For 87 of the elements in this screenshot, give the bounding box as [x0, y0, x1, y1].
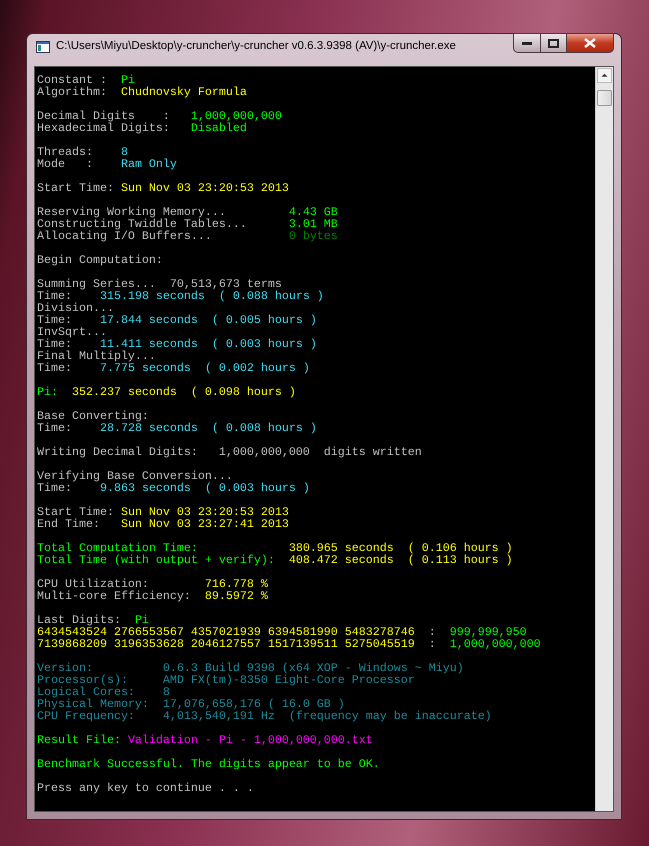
console-text: 408.472 seconds ( 0.113 hours ): [288, 554, 513, 566]
console-app-icon: [36, 41, 50, 53]
console-text: 11.411 seconds ( 0.003 hours ): [100, 338, 317, 350]
console-text: End Time:: [37, 518, 101, 530]
console-text: 0 bytes: [288, 230, 338, 242]
console-text: Constant :: [37, 74, 108, 86]
scrollbar-thumb[interactable]: [597, 90, 612, 106]
console-text: Chudnovsky Formula: [120, 86, 247, 98]
console-text: Last Digits:: [37, 614, 122, 626]
console-text: 89.5972 %: [204, 590, 268, 602]
console-text: Logical Cores:: [37, 686, 136, 698]
console-text: Time:: [37, 482, 72, 494]
console-text: 315.198 seconds ( 0.088 hours ): [100, 290, 324, 302]
console-text: 8: [120, 146, 128, 158]
console-text: 1,000,000,000: [450, 638, 541, 650]
console-text: Writing Decimal Digits: 1,000,000,000 digits written: [37, 446, 422, 458]
console-text: 4,013,540,191 Hz (frequency may be inaccurate): [162, 710, 492, 722]
console-text: CPU Utilization:: [37, 578, 149, 590]
minimize-button[interactable]: [513, 33, 541, 53]
console-text: Disabled: [190, 122, 247, 134]
console-text: 4.43 GB: [288, 206, 338, 218]
console-text: Algorithm:: [37, 86, 108, 98]
console-text: Version:: [37, 662, 93, 674]
close-icon: [584, 38, 596, 48]
console-text: AMD FX(tm)-8350 Eight-Core Processor: [162, 674, 415, 686]
console-text: Multi-core Efficiency:: [37, 590, 192, 602]
console-text: Start Time:: [37, 506, 115, 518]
console-text: Sun Nov 03 23:20:53 2013: [120, 506, 289, 518]
console-text: Base Converting:: [37, 410, 149, 422]
console-text: Time:: [37, 338, 72, 350]
scrollbar[interactable]: [595, 67, 613, 811]
console-text: Sun Nov 03 23:20:53 2013: [120, 182, 289, 194]
console-text: 716.778 %: [204, 578, 268, 590]
console-text: 352.237 seconds ( 0.098 hours ): [72, 386, 296, 398]
console-text: Summing Series... 70,513,673 terms: [37, 278, 282, 290]
console-text: 28.728 seconds ( 0.008 hours ): [100, 422, 317, 434]
console-text: Decimal Digits :: [37, 110, 171, 122]
console-text: 6434543524 2766553567 4357021939 6394581990 5483278746: [37, 626, 415, 638]
console-text: InvSqrt...: [37, 326, 107, 338]
console-text: Threads:: [37, 146, 94, 158]
maximize-button[interactable]: [541, 33, 567, 53]
window-title: C:\Users\Miyu\Desktop\y-cruncher\y-cruncher v0.6.3.9398 (AV)\y-cruncher.exe: [56, 40, 457, 52]
console-text: 8: [162, 686, 170, 698]
console-text: 0.6.3 Build 9398 (x64 XOP - Windows ~ Miyu): [162, 662, 464, 674]
console-text: Validation - Pi - 1,000,000,000.txt: [128, 734, 373, 746]
console-text: 17.844 seconds ( 0.005 hours ): [100, 314, 317, 326]
console-text: :: [428, 626, 437, 638]
console-text: Time:: [37, 422, 72, 434]
maximize-icon: [548, 38, 559, 48]
console-text: Begin Computation:: [37, 254, 163, 266]
console-text: Physical Memory:: [37, 698, 150, 710]
console-text: Total Time (with output + verify):: [37, 554, 276, 566]
console-text: Pi: [134, 614, 149, 626]
console-text: :: [428, 638, 437, 650]
console-text: 7.775 seconds ( 0.002 hours ): [100, 362, 310, 374]
console-text: 380.965 seconds ( 0.106 hours ): [288, 542, 513, 554]
console-text: 17,076,658,176 ( 16.0 GB ): [162, 698, 345, 710]
console-text: Final Multiply...: [37, 350, 156, 362]
console-text: Time:: [37, 314, 73, 326]
console-text: Press any key to continue . . .: [37, 782, 254, 794]
console-text: 7139868209 3196353628 2046127557 1517139511 5275045519: [37, 638, 415, 650]
console-text: Processor(s):: [37, 674, 129, 686]
console-text: 3.01 MB: [288, 218, 338, 230]
console-text: Time:: [37, 290, 72, 302]
minimize-icon: [522, 41, 532, 45]
console-text: Constructing Twiddle Tables...: [37, 218, 248, 230]
console-text: 999,999,950: [450, 626, 527, 638]
close-button[interactable]: [567, 33, 614, 53]
console-text: CPU Frequency:: [37, 710, 135, 722]
console-text: Allocating I/O Buffers...: [37, 230, 213, 242]
console-text: Ram Only: [120, 158, 177, 170]
console-text: Pi:: [37, 386, 59, 398]
console-text: Time:: [37, 362, 73, 374]
console-text: Hexadecimal Digits:: [37, 122, 171, 134]
console-text: Verifying Base Conversion...: [37, 470, 233, 482]
console-text: Pi: [120, 74, 135, 86]
console-text: Start Time:: [37, 182, 115, 194]
console-text: Result File:: [37, 734, 122, 746]
scroll-up-icon[interactable]: [597, 68, 612, 83]
console-text: Total Computation Time:: [37, 542, 199, 554]
console-text: Division...: [37, 302, 114, 314]
console-text: 9.863 seconds ( 0.003 hours ): [100, 482, 310, 494]
console-text: Benchmark Successful. The digits appear to be OK.: [37, 758, 380, 770]
console-text: Sun Nov 03 23:27:41 2013: [120, 518, 289, 530]
console-text: Mode :: [37, 158, 94, 170]
console-text: Reserving Working Memory...: [37, 206, 226, 218]
console-text: 1,000,000,000: [190, 110, 282, 122]
